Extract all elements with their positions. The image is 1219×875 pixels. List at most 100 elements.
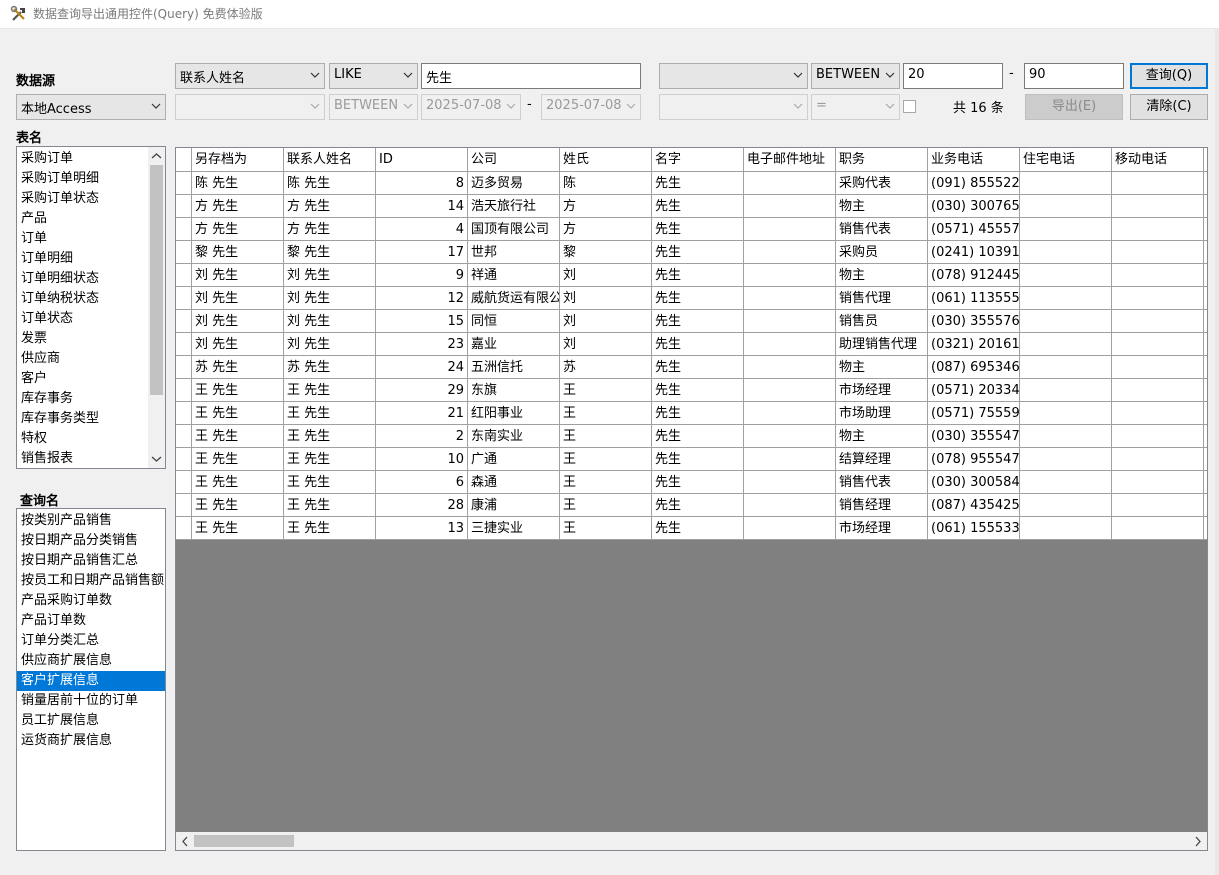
queries-listbox[interactable]: 按类别产品销售 按日期产品分类销售 按日期产品销售汇总 按员工和日期产品销售额 产品采购… [16,508,166,851]
table-row[interactable]: 王 先生王 先生28康浦王先生销售经理(087) 435425( [176,494,1207,517]
query-list-item[interactable]: 员工扩展信息 [17,711,165,731]
table-list-item[interactable]: 供应商 [17,349,165,369]
table-list-item[interactable]: 订单状态 [17,309,165,329]
table-row[interactable]: 王 先生王 先生13三捷实业王先生市场经理(061) 155533( [176,517,1207,540]
row-header[interactable] [176,471,192,494]
table-list-item[interactable]: 订单明细 [17,249,165,269]
table-list-item[interactable]: 发票 [17,329,165,349]
table-row[interactable]: 王 先生王 先生21红阳事业王先生市场助理(0571) 75559( [176,402,1207,425]
table-list-item[interactable]: 采购订单 [17,149,165,169]
row-header[interactable] [176,195,192,218]
grid-horizontal-scrollbar[interactable] [175,832,1208,851]
row-header[interactable] [176,402,192,425]
table-list-item[interactable]: 订单纳税状态 [17,289,165,309]
table-list-item[interactable]: 产品 [17,209,165,229]
table-row[interactable]: 黎 先生黎 先生17世邦黎先生采购员(0241) 10391( [176,241,1207,264]
column-header[interactable]: 名字 [652,148,744,172]
filter2-min-input[interactable]: 20 [903,63,1003,89]
column-header[interactable]: 联系人姓名 [284,148,376,172]
column-header[interactable]: 电子邮件地址 [744,148,836,172]
table-list-item[interactable]: 订单明细状态 [17,269,165,289]
filter3-field-select[interactable] [175,94,325,120]
chevron-left-icon[interactable] [180,836,190,847]
column-header[interactable]: 姓氏 [560,148,652,172]
grid-scroll-thumb[interactable] [194,835,294,847]
row-header[interactable] [176,448,192,471]
query-button[interactable]: 查询(Q) [1130,63,1208,89]
column-header[interactable]: 传 [1204,148,1207,172]
column-header[interactable]: 职务 [836,148,928,172]
row-header[interactable] [176,425,192,448]
table-list-item[interactable]: 采购订单状态 [17,189,165,209]
table-row[interactable]: 方 先生方 先生4国顶有限公司方先生销售代表(0571) 45557( [176,218,1207,241]
filter2-operator-select[interactable]: BETWEEN [811,63,900,89]
filter3-operator-select[interactable]: BETWEEN [329,94,418,120]
query-list-item[interactable]: 产品采购订单数 [17,591,165,611]
table-list-item[interactable]: 订单 [17,229,165,249]
row-header[interactable] [176,287,192,310]
column-header[interactable]: 公司 [468,148,560,172]
table-list-item[interactable]: 库存事务类型 [17,409,165,429]
column-header[interactable]: 住宅电话 [1020,148,1112,172]
table-row[interactable]: 王 先生王 先生10广通王先生结算经理(078) 955547( [176,448,1207,471]
query-list-item[interactable]: 按日期产品销售汇总 [17,551,165,571]
results-grid[interactable]: 另存档为联系人姓名ID公司姓氏名字电子邮件地址职务业务电话住宅电话移动电话传 陈… [175,147,1208,851]
row-header[interactable] [176,241,192,264]
tables-listbox[interactable]: 采购订单 采购订单明细 采购订单状态 产品 订单 订单明细 订单明细状态 订单纳税状态 订单状态… [16,146,166,469]
chevron-down-icon[interactable] [151,454,162,464]
filter4-operator-select[interactable]: = [811,94,900,120]
filter1-field-select[interactable]: 联系人姓名 [175,63,325,89]
table-row[interactable]: 刘 先生刘 先生15同恒刘先生销售员(030) 355576( [176,310,1207,333]
filter2-field-select[interactable] [659,63,808,89]
chevron-right-icon[interactable] [1193,836,1203,847]
column-header[interactable]: 移动电话 [1112,148,1204,172]
export-button[interactable]: 导出(E) [1025,94,1123,120]
row-header[interactable] [176,356,192,379]
table-list-item[interactable]: 客户 [17,369,165,389]
row-header[interactable] [176,310,192,333]
table-row[interactable]: 王 先生王 先生2东南实业王先生物主(030) 355547( [176,425,1207,448]
column-header[interactable]: ID [376,148,468,172]
row-header[interactable] [176,517,192,540]
table-row[interactable]: 刘 先生刘 先生23嘉业刘先生助理销售代理(0321) 20161( [176,333,1207,356]
query-list-item[interactable]: 按员工和日期产品销售额 [17,571,165,591]
query-list-item[interactable]: 客户扩展信息 [17,671,165,691]
table-row[interactable]: 苏 先生苏 先生24五洲信托苏先生物主(087) 695346( [176,356,1207,379]
query-list-item[interactable]: 订单分类汇总 [17,631,165,651]
table-list-item[interactable]: 库存事务 [17,389,165,409]
filter2-max-input[interactable]: 90 [1024,63,1124,89]
query-list-item[interactable]: 按日期产品分类销售 [17,531,165,551]
row-header[interactable] [176,218,192,241]
chevron-up-icon[interactable] [151,151,162,161]
filter4-checkbox[interactable] [903,100,916,113]
table-row[interactable]: 王 先生王 先生6森通王先生销售代表(030) 300584( [176,471,1207,494]
table-row[interactable]: 方 先生方 先生14浩天旅行社方先生物主(030) 300765( [176,195,1207,218]
table-list-item[interactable]: 采购订单明细 [17,169,165,189]
table-row[interactable]: 刘 先生刘 先生12威航货运有限公司刘先生销售代理(061) 113555( [176,287,1207,310]
tables-scrollbar[interactable] [148,147,165,468]
table-row[interactable]: 刘 先生刘 先生9祥通刘先生物主(078) 912445( [176,264,1207,287]
table-row[interactable]: 陈 先生陈 先生8迈多贸易陈先生采购代表(091) 855522( [176,172,1207,195]
datasource-select[interactable]: 本地Access [16,94,166,120]
row-header[interactable] [176,379,192,402]
row-header[interactable] [176,333,192,356]
column-header[interactable]: 业务电话 [928,148,1020,172]
date-to-picker[interactable]: 2025-07-08 [541,94,641,120]
table-list-item[interactable]: 销售报表 [17,449,165,468]
tables-scroll-thumb[interactable] [150,165,163,395]
table-list-item[interactable]: 特权 [17,429,165,449]
query-list-item[interactable]: 运货商扩展信息 [17,731,165,751]
filter1-value-input[interactable]: 先生 [421,63,641,89]
date-from-picker[interactable]: 2025-07-08 [421,94,521,120]
query-list-item[interactable]: 产品订单数 [17,611,165,631]
query-list-item[interactable]: 按类别产品销售 [17,511,165,531]
column-header[interactable]: 另存档为 [192,148,284,172]
row-header[interactable] [176,494,192,517]
table-row[interactable]: 王 先生王 先生29东旗王先生市场经理(0571) 20334( [176,379,1207,402]
row-header[interactable] [176,264,192,287]
query-list-item[interactable]: 供应商扩展信息 [17,651,165,671]
filter4-field-select[interactable] [659,94,808,120]
clear-button[interactable]: 清除(C) [1130,94,1208,120]
grid-corner-header[interactable] [176,148,192,172]
filter1-operator-select[interactable]: LIKE [329,63,418,89]
